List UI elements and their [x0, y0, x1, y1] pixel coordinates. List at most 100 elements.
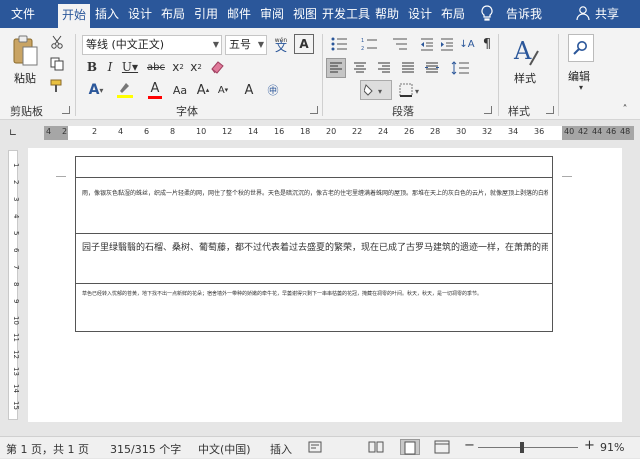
- vertical-ruler[interactable]: 1 2 3 4 5 6 7 8 9 10 11 12 13 14 15: [8, 150, 20, 420]
- line-spacing-icon[interactable]: [448, 58, 474, 78]
- change-case-icon[interactable]: Aa: [172, 80, 188, 100]
- distributed-icon[interactable]: [422, 58, 442, 78]
- margin-mark: [562, 176, 572, 177]
- center-icon[interactable]: [350, 58, 370, 78]
- zoom-slider-thumb[interactable]: [520, 442, 524, 453]
- copy-icon[interactable]: [48, 56, 66, 72]
- highlight-icon[interactable]: [112, 80, 138, 100]
- character-shading-icon[interactable]: A: [240, 80, 258, 100]
- page-count[interactable]: 第 1 页，共 1 页: [6, 441, 89, 457]
- pilcrow-icon[interactable]: ¶: [478, 35, 496, 53]
- font-size-combo[interactable]: 五号 ▼: [225, 35, 267, 55]
- ruler-tick: 12: [222, 127, 233, 136]
- justify-icon[interactable]: [398, 58, 418, 78]
- ruler-tick: 40: [564, 127, 575, 136]
- enclose-characters-icon[interactable]: ㊥: [262, 80, 284, 100]
- sort-icon[interactable]: ↓A: [458, 35, 476, 53]
- table-row[interactable]: 雨，像银灰色黏湿的蛛丝，织成一片轻柔的网，网住了整个秋的世界。天色是暗沉沉的，像…: [76, 177, 552, 233]
- svg-text:A: A: [513, 37, 532, 65]
- tab-review[interactable]: 审阅: [256, 0, 288, 28]
- read-mode-icon[interactable]: [368, 440, 384, 457]
- bullets-icon[interactable]: [328, 35, 354, 53]
- multilevel-icon[interactable]: [388, 35, 414, 53]
- font-name-combo[interactable]: 等线 (中文正文) ▼: [82, 35, 222, 55]
- numbering-icon[interactable]: 12: [358, 35, 384, 53]
- web-layout-icon[interactable]: [434, 440, 450, 457]
- horizontal-ruler[interactable]: 4 2 2 4 6 8 10 12 14 16 18 20 22 24 26 28 30 32 34 36 40 42 44…: [44, 126, 634, 140]
- ruler-tick: 20: [326, 127, 337, 136]
- zoom-slider-track[interactable]: [478, 447, 578, 448]
- svg-text:2: 2: [361, 46, 364, 51]
- tab-view[interactable]: 视图: [289, 0, 321, 28]
- zoom-out-button[interactable]: −: [464, 438, 475, 453]
- ruler-tick: 28: [430, 127, 441, 136]
- font-group-label: 字体: [176, 105, 198, 118]
- character-border-icon[interactable]: A: [294, 34, 314, 54]
- print-layout-icon[interactable]: [400, 439, 420, 455]
- cut-icon[interactable]: [48, 34, 66, 50]
- tab-help[interactable]: 帮助: [371, 0, 403, 28]
- table-row[interactable]: 草色已经转入忧郁的苍黄，地下找不出一点新鲜的花朵；宿舍墙外一带种的娇嫩的牵牛花，…: [76, 283, 552, 331]
- vruler-tick: 11: [12, 333, 20, 342]
- word-count[interactable]: 315/315 个字: [110, 441, 181, 457]
- font-launcher[interactable]: [310, 106, 318, 114]
- zoom-in-button[interactable]: +: [584, 438, 595, 453]
- table-row[interactable]: 园子里绿翳翳的石榴、桑树、葡萄藤，都不过代表着过去盛夏的繁荣，现在已成了古罗马建…: [76, 233, 552, 283]
- collapse-ribbon-icon[interactable]: ˄: [618, 102, 632, 116]
- styles-button[interactable]: 样式: [514, 70, 536, 86]
- group-separator: [558, 34, 559, 116]
- insert-mode[interactable]: 插入: [270, 441, 292, 457]
- strikethrough-icon[interactable]: abc: [144, 58, 168, 76]
- tab-table-layout[interactable]: 布局: [437, 0, 469, 28]
- align-left-icon[interactable]: [326, 58, 346, 78]
- lightbulb-icon[interactable]: [480, 5, 494, 23]
- tab-layout[interactable]: 布局: [157, 0, 189, 28]
- paste-icon[interactable]: [10, 34, 40, 68]
- table-cell-text: 园子里绿翳翳的石榴、桑树、葡萄藤，都不过代表着过去盛夏的繁荣，现在已成了古罗马建…: [82, 243, 548, 253]
- macro-record-icon[interactable]: [308, 440, 322, 457]
- document-table[interactable]: 雨，像银灰色黏湿的蛛丝，织成一片轻柔的网，网住了整个秋的世界。天色是暗沉沉的，像…: [75, 156, 553, 332]
- align-right-icon[interactable]: [374, 58, 394, 78]
- tab-selector-icon[interactable]: ∟: [6, 126, 20, 140]
- tab-file[interactable]: 文件: [6, 0, 40, 28]
- vruler-tick: 8: [12, 282, 20, 287]
- font-color-icon[interactable]: A: [142, 80, 168, 100]
- tab-developer[interactable]: 开发工具: [322, 0, 370, 28]
- search-icon[interactable]: [568, 34, 594, 62]
- paragraph-launcher[interactable]: [484, 106, 492, 114]
- bold-icon[interactable]: B: [84, 58, 100, 76]
- subscript-icon[interactable]: x2: [170, 58, 186, 76]
- eraser-icon[interactable]: [208, 58, 226, 76]
- indent-icon[interactable]: [438, 35, 456, 53]
- tab-references[interactable]: 引用: [190, 0, 222, 28]
- italic-icon[interactable]: I: [103, 58, 117, 76]
- shrink-font-icon[interactable]: A ▾: [214, 80, 232, 100]
- grow-font-icon[interactable]: A ▴: [194, 80, 212, 100]
- paste-button[interactable]: 粘贴: [14, 70, 36, 86]
- phonetic-guide-icon[interactable]: wén 文: [270, 33, 292, 55]
- tab-insert[interactable]: 插入: [91, 0, 123, 28]
- clipboard-launcher[interactable]: [62, 106, 70, 114]
- share-button[interactable]: 共享: [592, 0, 622, 28]
- superscript-icon[interactable]: x2: [188, 58, 204, 76]
- tell-me-box[interactable]: 告诉我: [502, 0, 546, 28]
- format-painter-icon[interactable]: [48, 78, 66, 94]
- vruler-tick: 9: [12, 299, 20, 304]
- tab-mailings[interactable]: 邮件: [223, 0, 255, 28]
- vruler-tick: 14: [12, 384, 20, 393]
- chevron-down-icon[interactable]: ▾: [576, 82, 586, 92]
- tab-table-design[interactable]: 设计: [404, 0, 436, 28]
- language-indicator[interactable]: 中文(中国): [198, 441, 251, 457]
- zoom-level[interactable]: 91%: [600, 441, 624, 454]
- paragraph-group-label: 段落: [392, 105, 414, 118]
- borders-icon[interactable]: ▾: [396, 80, 426, 100]
- document-page[interactable]: 雨，像银灰色黏湿的蛛丝，织成一片轻柔的网，网住了整个秋的世界。天色是暗沉沉的，像…: [28, 148, 622, 422]
- underline-icon[interactable]: U▾: [118, 58, 142, 76]
- text-effects-icon[interactable]: A ▾: [84, 80, 108, 100]
- tab-home[interactable]: 开始: [58, 4, 90, 28]
- styles-launcher[interactable]: [546, 106, 554, 114]
- tab-design[interactable]: 设计: [124, 0, 156, 28]
- styles-icon[interactable]: A: [508, 34, 544, 70]
- outdent-icon[interactable]: [418, 35, 436, 53]
- shading-icon[interactable]: ▾: [360, 80, 392, 100]
